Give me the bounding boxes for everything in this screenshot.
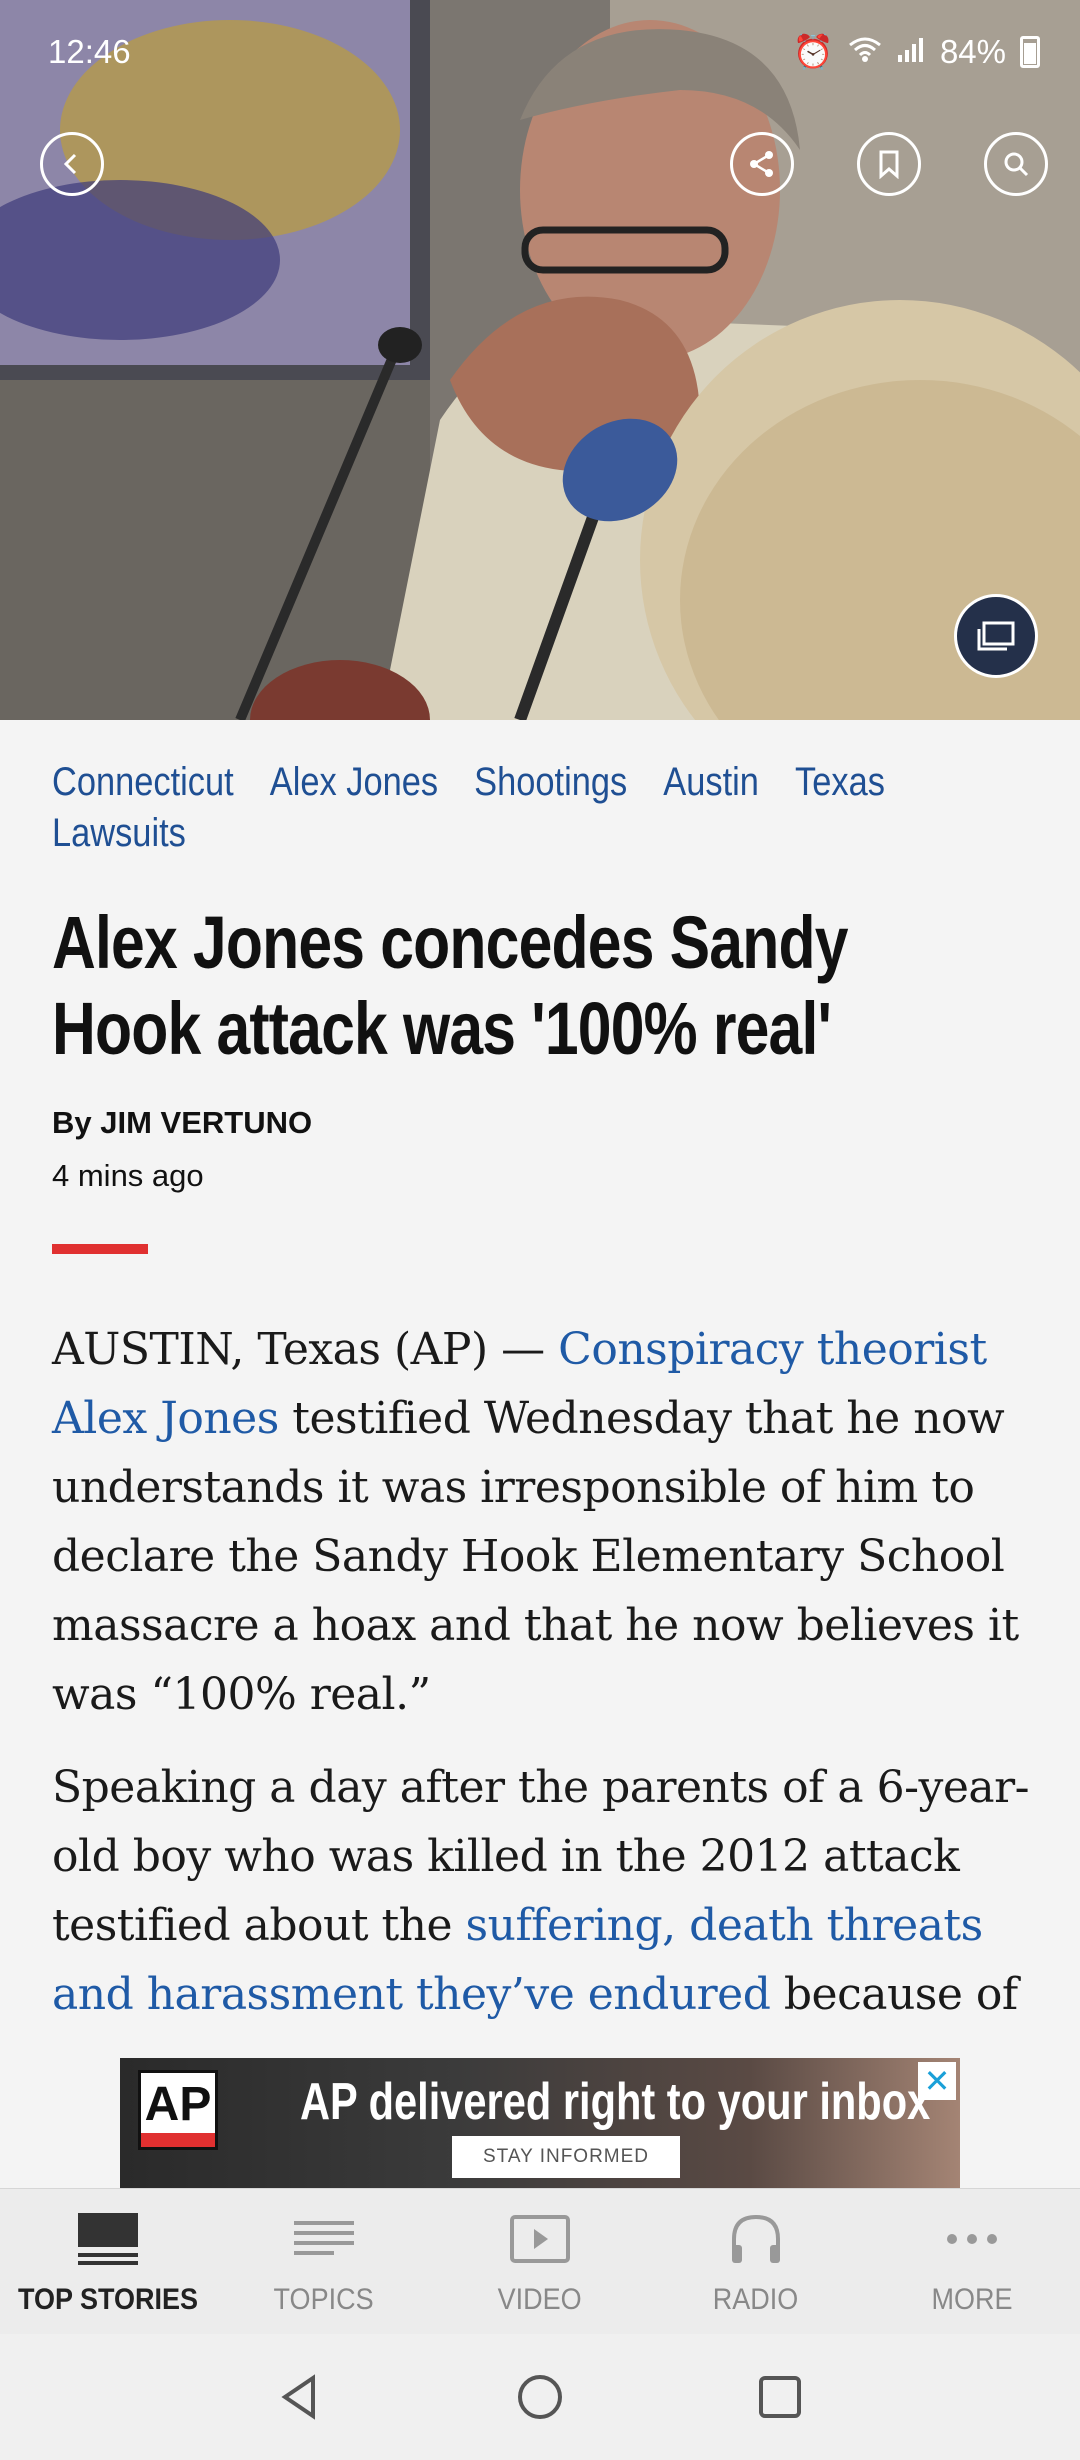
nav-more[interactable]: MORE	[864, 2189, 1080, 2334]
gallery-icon	[977, 621, 1015, 651]
accent-divider	[52, 1244, 148, 1254]
nav-topics-label: TOPICS	[273, 2283, 375, 2316]
back-arrow-icon	[63, 153, 77, 175]
nav-radio[interactable]: RADIO	[648, 2189, 864, 2334]
headphones-icon	[732, 2214, 780, 2263]
system-recents-icon[interactable]	[755, 2372, 805, 2422]
more-dots-icon	[947, 2234, 997, 2244]
search-icon	[1004, 152, 1029, 177]
article-time: 4 mins ago	[52, 1158, 204, 1193]
system-back-icon[interactable]	[275, 2372, 325, 2422]
top-stories-icon	[78, 2213, 138, 2265]
signal-icon	[896, 33, 926, 71]
paragraph-2: Speaking a day after the parents of a 6-…	[52, 1762, 1030, 2020]
topic-tags: Connecticut Alex Jones Shootings Austin …	[52, 760, 1032, 856]
hero-image: 12:46 ⏰ 84%	[0, 0, 1080, 720]
hero-photo	[0, 0, 1080, 720]
wifi-icon	[848, 33, 882, 71]
article-byline: By JIM VERTUNO	[52, 1105, 313, 1140]
gallery-button[interactable]	[954, 594, 1038, 678]
nav-top-stories-label: TOP STORIES	[17, 2283, 199, 2316]
status-time: 12:46	[48, 33, 131, 70]
search-button[interactable]	[984, 132, 1048, 196]
tag-shootings[interactable]: Shootings	[474, 760, 627, 805]
ad-title: AP delivered right to your inbox	[300, 2073, 931, 2131]
nav-topics[interactable]: TOPICS	[216, 2189, 432, 2334]
tag-lawsuits[interactable]: Lawsuits	[52, 811, 1032, 856]
bottom-navigation: TOP STORIES TOPICS VIDEO RADIO MORE	[0, 2188, 1080, 2334]
tag-connecticut[interactable]: Connecticut	[52, 760, 234, 805]
tag-alex-jones[interactable]: Alex Jones	[270, 760, 438, 805]
ad-cta-button[interactable]: STAY INFORMED	[452, 2136, 680, 2178]
ap-logo: AP	[138, 2070, 218, 2150]
ad-close-icon[interactable]: ✕	[918, 2062, 956, 2100]
nav-video[interactable]: VIDEO	[432, 2189, 648, 2334]
share-button[interactable]	[730, 132, 794, 196]
bookmark-button[interactable]	[857, 132, 921, 196]
status-bar: 12:46 ⏰ 84%	[48, 30, 1040, 74]
battery-percent: 84%	[939, 33, 1006, 70]
video-icon	[510, 2215, 570, 2263]
tag-texas[interactable]: Texas	[795, 760, 885, 805]
nav-video-label: VIDEO	[497, 2283, 583, 2316]
topics-icon	[294, 2221, 354, 2255]
article-headline: Alex Jones concedes Sandy Hook attack wa…	[52, 901, 848, 1070]
system-navigation-bar	[0, 2334, 1080, 2460]
tag-austin[interactable]: Austin	[663, 760, 759, 805]
system-home-icon[interactable]	[515, 2372, 565, 2422]
battery-icon	[1020, 36, 1040, 68]
article-body: AUSTIN, Texas (AP) — Conspiracy theorist…	[52, 1315, 1042, 2053]
nav-more-label: MORE	[931, 2283, 1013, 2316]
bookmark-icon	[879, 150, 899, 179]
paragraph-1: AUSTIN, Texas (AP) — Conspiracy theorist…	[52, 1324, 1019, 1720]
ad-banner[interactable]: AP AP delivered right to your inbox STAY…	[120, 2058, 960, 2188]
alarm-icon: ⏰	[792, 32, 834, 70]
nav-top-stories[interactable]: TOP STORIES	[0, 2189, 216, 2334]
back-button[interactable]	[40, 132, 104, 196]
status-icons: ⏰ 84%	[793, 33, 1040, 72]
article: Connecticut Alex Jones Shootings Austin …	[52, 760, 1032, 2020]
nav-radio-label: RADIO	[713, 2283, 799, 2316]
share-icon	[750, 151, 773, 177]
